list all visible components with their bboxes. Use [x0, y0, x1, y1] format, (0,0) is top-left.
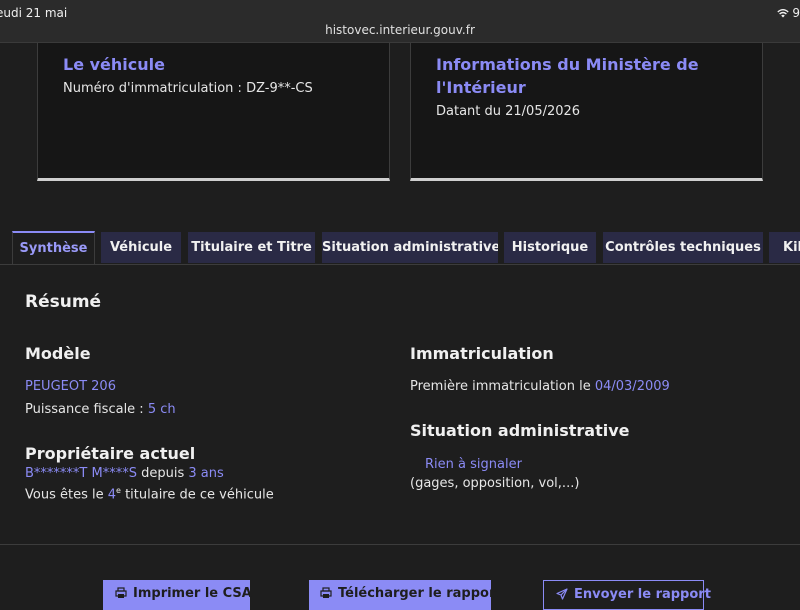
- first-registration-line: Première immatriculation le 04/03/2009: [410, 379, 670, 394]
- owner-rank-prefix: Vous êtes le: [25, 487, 108, 503]
- tab-bar: Synthèse Véhicule Titulaire et Titre Sit…: [0, 231, 800, 265]
- wifi-icon: [777, 9, 790, 18]
- battery-text: 9: [792, 6, 800, 20]
- summary-heading: Résumé: [25, 292, 102, 312]
- owner-rank-line: Vous êtes le 4e titulaire de ce véhicule: [25, 486, 274, 502]
- owner-since-label: depuis: [136, 466, 189, 481]
- ministry-card-title: Informations du Ministère de l'Intérieur: [436, 53, 699, 99]
- data-date-text: Datant du 21/05/2026: [436, 104, 581, 119]
- plate-number-text: Numéro d'immatriculation : DZ-9**-CS: [63, 81, 313, 96]
- print-csa-button[interactable]: Imprimer le CSA: [103, 580, 252, 610]
- model-heading: Modèle: [25, 344, 91, 363]
- ministry-card: Informations du Ministère de l'Intérieur…: [410, 43, 763, 181]
- owner-rank-value: 4: [107, 487, 117, 503]
- tab-vehicule[interactable]: Véhicule: [101, 232, 181, 263]
- owner-rank-suffix: titulaire de ce véhicule: [120, 487, 274, 503]
- model-name: PEUGEOT 206: [25, 379, 116, 394]
- admin-status: Rien à signaler: [425, 457, 522, 472]
- owner-line: B*******T M****S depuis 3 ans: [25, 466, 224, 481]
- admin-details: (gages, opposition, vol,...): [410, 476, 580, 491]
- send-report-button[interactable]: Envoyer le rapport: [543, 580, 711, 610]
- printer-icon: [115, 587, 127, 598]
- vehicle-card-title: Le véhicule: [63, 55, 165, 74]
- tab-historique[interactable]: Historique: [504, 232, 596, 263]
- owner-heading: Propriétaire actuel: [25, 444, 196, 463]
- status-date: eudi 21 mai: [0, 6, 68, 20]
- vehicle-card: Le véhicule Numéro d'immatriculation : D…: [37, 43, 390, 181]
- send-icon: [556, 588, 568, 600]
- first-registration-date: 04/03/2009: [594, 379, 670, 394]
- admin-situation-heading: Situation administrative: [410, 421, 630, 440]
- tab-kilometrage[interactable]: Kilo: [769, 232, 800, 263]
- fiscal-power-value: 5 ch: [147, 402, 176, 417]
- fiscal-power-label: Puissance fiscale :: [25, 402, 148, 417]
- status-bar: eudi 21 mai 9 histovec.interieur.gouv.fr: [0, 0, 800, 43]
- tab-synthese[interactable]: Synthèse: [12, 231, 95, 265]
- fiscal-power-line: Puissance fiscale : 5 ch: [25, 402, 176, 417]
- owner-name: B*******T M****S: [25, 466, 137, 481]
- url-bar[interactable]: histovec.interieur.gouv.fr: [0, 23, 800, 37]
- ministry-title-line2: l'Intérieur: [436, 78, 526, 97]
- status-indicators: 9: [777, 6, 800, 20]
- registration-heading: Immatriculation: [410, 344, 554, 363]
- first-registration-label: Première immatriculation le: [410, 379, 595, 394]
- tab-situation-administrative[interactable]: Situation administrative: [322, 232, 498, 263]
- summary-panel: Résumé Modèle PEUGEOT 206 Puissance fisc…: [0, 264, 800, 545]
- printer-icon: [320, 587, 332, 598]
- download-report-label: Télécharger le rapport: [338, 586, 502, 601]
- tab-controles-techniques[interactable]: Contrôles techniques: [603, 232, 763, 263]
- print-csa-label: Imprimer le CSA: [133, 586, 252, 601]
- tab-titulaire-titre[interactable]: Titulaire et Titre: [188, 232, 315, 263]
- download-report-button[interactable]: Télécharger le rapport: [309, 580, 502, 610]
- owner-since-value: 3 ans: [188, 466, 224, 481]
- ministry-title-line1: Informations du Ministère de: [436, 55, 699, 74]
